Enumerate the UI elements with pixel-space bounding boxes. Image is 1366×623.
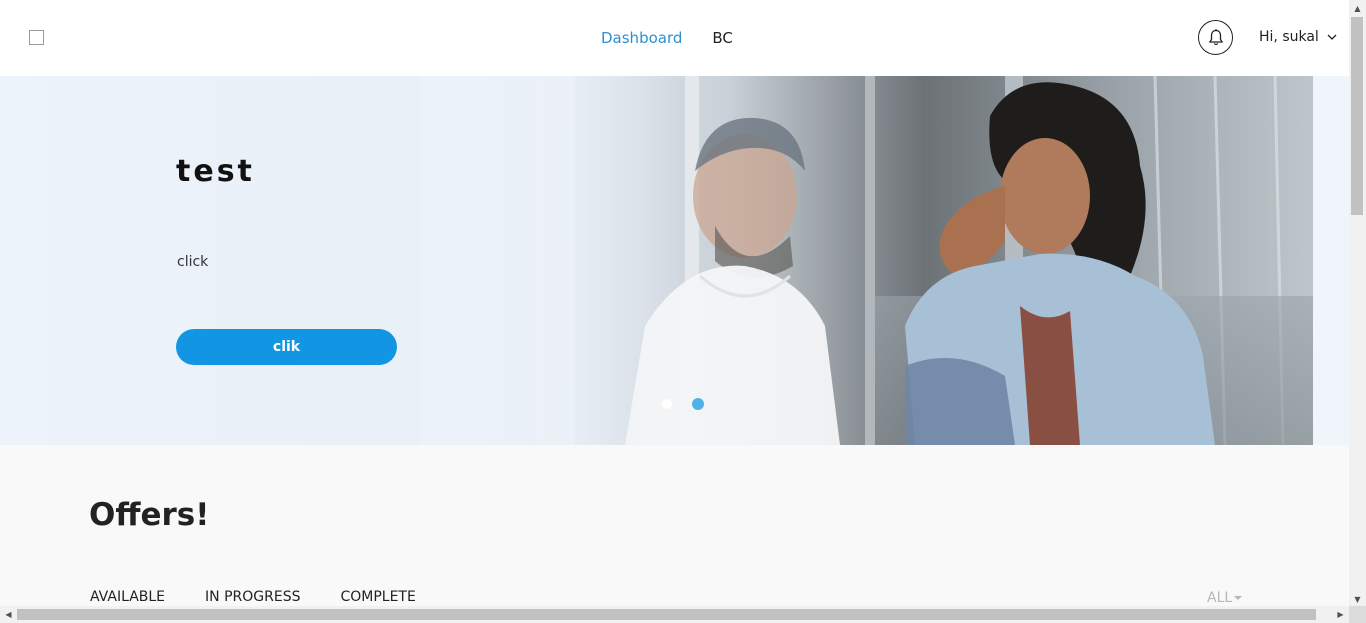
vertical-scrollbar[interactable]: ▲ ▼ [1349,0,1366,608]
hero-banner: test click clik [0,76,1313,445]
horizontal-scrollbar[interactable]: ◀ ▶ [0,606,1349,623]
nav-link-dashboard[interactable]: Dashboard [601,28,682,48]
carousel-dot-2[interactable] [692,398,704,410]
carousel-dot-1[interactable] [662,399,672,409]
bell-icon [1208,28,1223,45]
tab-in-progress[interactable]: IN PROGRESS [205,588,300,606]
scroll-up-arrow-icon[interactable]: ▲ [1349,0,1366,17]
caret-down-icon [1234,596,1243,600]
filter-label: ALL [1207,590,1233,606]
main-nav: Dashboard BC [601,28,733,48]
tab-complete[interactable]: COMPLETE [340,588,415,606]
notifications-button[interactable] [1198,20,1233,55]
user-greeting: Hi, sukal [1259,29,1319,45]
scrollbar-corner [1349,606,1366,623]
horizontal-scroll-thumb[interactable] [17,609,1316,620]
top-header: Dashboard BC Hi, sukal [0,0,1349,76]
hero-fade-overlay [420,76,680,445]
hero-title: test [176,154,255,189]
hero-cta-button[interactable]: clik [176,329,397,365]
hero-right-strip [1313,76,1349,445]
offers-section: Offers! AVAILABLE IN PROGRESS COMPLETE A… [0,445,1349,608]
hero-subtitle: click [177,254,209,270]
tab-available[interactable]: AVAILABLE [90,588,165,606]
chevron-down-icon [1327,34,1337,40]
logo-placeholder[interactable] [29,30,44,45]
scroll-right-arrow-icon[interactable]: ▶ [1332,606,1349,623]
page: Dashboard BC Hi, sukal test click clik O… [0,0,1366,623]
vertical-scroll-thumb[interactable] [1351,17,1363,215]
scroll-left-arrow-icon[interactable]: ◀ [0,606,17,623]
user-menu[interactable]: Hi, sukal [1259,27,1337,47]
nav-link-bc[interactable]: BC [712,28,733,48]
offers-tabs: AVAILABLE IN PROGRESS COMPLETE [90,588,416,606]
offers-filter-dropdown[interactable]: ALL [1207,589,1243,607]
offers-title: Offers! [89,497,210,533]
